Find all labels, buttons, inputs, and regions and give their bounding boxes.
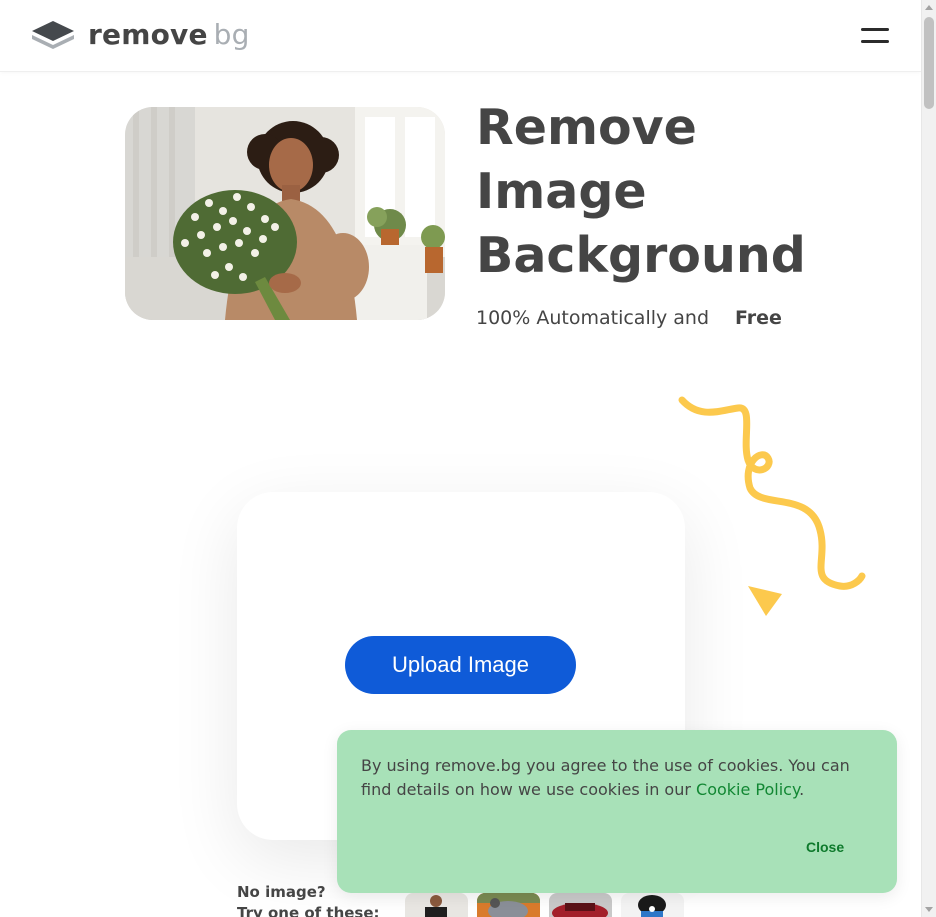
logo[interactable]: remove bg bbox=[30, 18, 250, 52]
hero-title-line-1: Remove bbox=[476, 99, 697, 156]
sample-thumbnail-game-controller[interactable] bbox=[621, 893, 684, 917]
free-badge-label: Free bbox=[735, 307, 782, 329]
scroll-up-arrow-icon[interactable] bbox=[925, 5, 933, 10]
cookie-message: By using remove.bg you agree to the use … bbox=[361, 754, 873, 802]
hero-photo-woman-with-flowers bbox=[125, 107, 445, 320]
hero-subtitle: 100% Automatically and Free bbox=[476, 302, 796, 336]
logo-word-bg: bg bbox=[213, 18, 250, 51]
cookie-text-after: . bbox=[799, 780, 805, 799]
decorative-squiggle-icon bbox=[670, 390, 880, 620]
hero-title-line-2: Image bbox=[476, 163, 647, 220]
scroll-down-arrow-icon[interactable] bbox=[925, 907, 933, 912]
sample-thumbnail-car[interactable] bbox=[549, 893, 612, 917]
cookie-banner: By using remove.bg you agree to the use … bbox=[337, 730, 897, 893]
logo-text: remove bg bbox=[88, 18, 250, 52]
hero-title: Remove Image Background bbox=[476, 96, 896, 288]
cookie-policy-link[interactable]: Cookie Policy bbox=[696, 780, 799, 799]
page-scrollbar[interactable] bbox=[921, 0, 936, 917]
scroll-thumb[interactable] bbox=[924, 17, 934, 109]
sample-thumbnail-bird[interactable] bbox=[477, 893, 540, 917]
free-badge: Free bbox=[719, 303, 796, 336]
hero-subtitle-text: 100% Automatically and bbox=[476, 307, 710, 329]
sample-thumbnail-woman[interactable] bbox=[405, 893, 468, 917]
logo-word-remove: remove bbox=[88, 18, 208, 51]
upload-image-button[interactable]: Upload Image bbox=[345, 636, 576, 694]
site-header: remove bg bbox=[0, 0, 921, 72]
logo-icon bbox=[30, 19, 76, 51]
hamburger-menu-icon[interactable] bbox=[858, 24, 890, 48]
cookie-close-button[interactable]: Close bbox=[802, 835, 848, 859]
hero-title-line-3: Background bbox=[476, 227, 806, 284]
sample-prompt-line-2: Try one of these: bbox=[237, 904, 380, 917]
